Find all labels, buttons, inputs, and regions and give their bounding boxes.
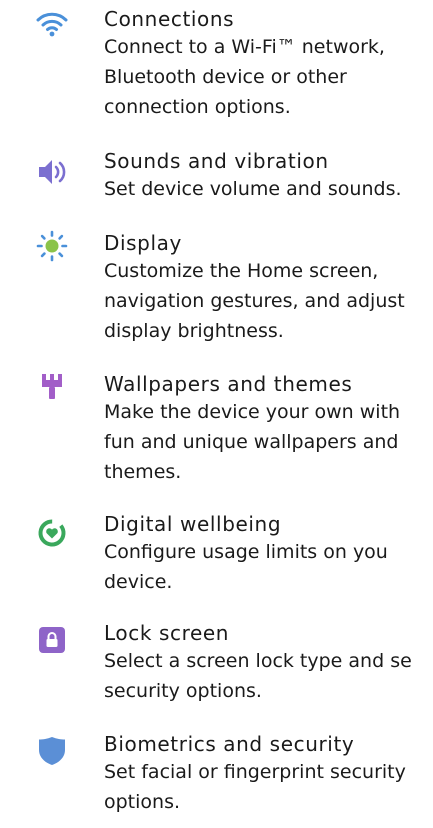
paintbrush-icon <box>36 371 68 403</box>
sun-icon <box>36 230 68 262</box>
speaker-icon <box>36 156 68 188</box>
settings-item-description: Select a screen lock type and se securit… <box>104 650 412 702</box>
settings-item-title: Digital wellbeing <box>104 512 282 536</box>
wellbeing-heart-icon <box>36 517 68 549</box>
settings-item-title: Sounds and vibration <box>104 149 329 173</box>
settings-item-title: Display <box>104 231 182 255</box>
settings-item-title: Lock screen <box>104 621 230 645</box>
settings-item-description: Configure usage limits on you device. <box>104 541 388 593</box>
settings-item-description: Set facial or fingerprint security optio… <box>104 761 406 813</box>
wifi-icon <box>36 8 68 40</box>
settings-item-description: Customize the Home screen, navigation ge… <box>104 260 405 342</box>
settings-item-title: Connections <box>104 7 235 31</box>
shield-icon <box>36 735 68 767</box>
settings-item-description: Set device volume and sounds. <box>104 178 402 200</box>
settings-item-title: Biometrics and security <box>104 732 355 756</box>
settings-item-description: Connect to a Wi-Fi™ network, Bluetooth d… <box>104 36 385 118</box>
lock-icon <box>36 624 68 656</box>
settings-item-title: Wallpapers and themes <box>104 372 353 396</box>
settings-item-description: Make the device your own with fun and un… <box>104 401 401 483</box>
